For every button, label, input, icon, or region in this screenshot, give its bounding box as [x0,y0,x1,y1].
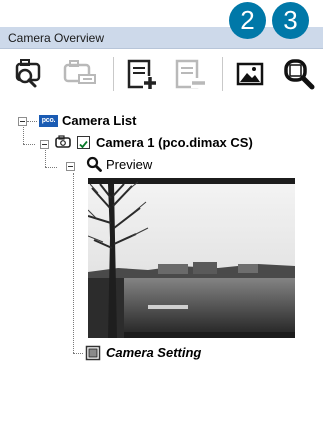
tree-item-camera-list[interactable]: Camera List [62,113,136,128]
add-setting-button[interactable] [124,55,162,93]
remove-setting-button[interactable] [172,55,210,93]
collapse-toggle[interactable] [66,162,75,171]
magnifier-button[interactable] [280,55,318,93]
camera-tree: pco. Camera List Camera 1 (pco.dimax CS)… [0,100,323,437]
preview-image [88,178,295,338]
tree-connector [27,121,37,122]
tree-connector [45,167,57,168]
magnifier-icon [284,59,315,90]
preview-thumbnail [88,178,295,338]
tree-connector [73,173,74,353]
collapse-toggle[interactable] [40,140,49,149]
tree-item-camera-setting[interactable]: Camera Setting [106,345,201,360]
toolbar-separator [113,57,114,91]
magnifier-icon [86,156,102,172]
camera-enable-checkbox[interactable] [77,136,90,149]
remove-setting-icon [175,59,206,89]
tree-item-preview[interactable]: Preview [106,157,152,172]
pco-logo: pco. [39,115,58,127]
panel-title: Camera Overview [8,31,105,45]
camera-search-icon [15,59,41,88]
camera-icon [55,135,71,148]
checkmark-icon [79,140,88,149]
tree-connector [73,353,83,354]
callout-badge-3: 3 [272,2,309,39]
camera-remove-icon [63,60,96,84]
tree-item-camera-1[interactable]: Camera 1 (pco.dimax CS) [96,135,253,150]
collapse-toggle[interactable] [18,117,27,126]
image-button[interactable] [232,55,270,93]
add-setting-icon [127,59,157,90]
callout-badge-2: 2 [229,2,266,39]
tree-connector [45,147,46,167]
toolbar [0,49,323,99]
remove-camera-button[interactable] [61,55,99,93]
tree-connector [23,144,35,145]
find-camera-button[interactable] [11,55,49,93]
setting-document-icon [85,345,101,361]
toolbar-separator [222,57,223,91]
image-icon [236,62,264,86]
